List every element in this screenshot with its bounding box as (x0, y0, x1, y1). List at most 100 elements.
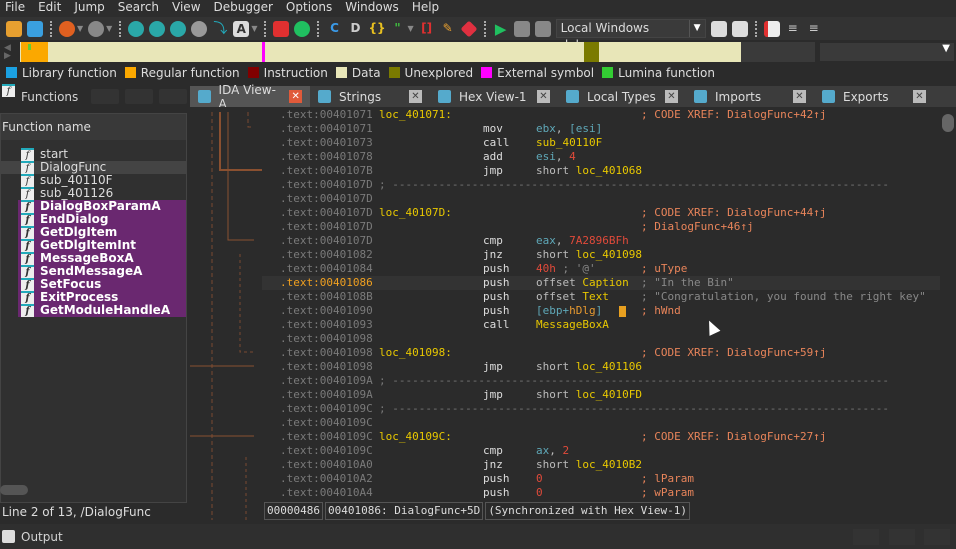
scrollbar-thumb[interactable] (942, 114, 954, 132)
chevron-down-icon[interactable]: ▼ (77, 24, 83, 33)
tab-ida-view-a[interactable]: IDA View-A ✕ (190, 83, 310, 111)
disassembly-view[interactable]: .text:00401071 loc_401071: ; CODE XREF: Di… (262, 107, 940, 502)
menu-help[interactable]: Help (407, 0, 447, 17)
panel-restore-button[interactable] (125, 89, 153, 104)
code-line[interactable]: .text:00401071 mov ebx, [esi] (262, 122, 940, 136)
open-icon[interactable] (6, 20, 22, 37)
code-line[interactable]: .text:00401098 (262, 332, 940, 346)
output-panel-header[interactable]: Output (0, 524, 956, 549)
operand-name[interactable]: Text (582, 290, 609, 303)
operand-name[interactable]: loc_4010FD (576, 388, 642, 401)
code-label[interactable]: loc_401098: (379, 346, 452, 360)
output-maximize-button[interactable] (853, 529, 879, 545)
chevron-down-icon[interactable]: ▼ (407, 24, 413, 33)
code-line[interactable]: .text:00401084 push 40h ; '@' ; uType (262, 262, 940, 276)
panel-close-button[interactable] (159, 89, 187, 104)
code-label[interactable]: loc_40109C: (379, 430, 452, 444)
code-line[interactable]: .text:00401082 jnz short loc_401098 (262, 248, 940, 262)
vertical-scrollbar[interactable] (940, 107, 956, 502)
panel-maximize-button[interactable] (91, 89, 119, 104)
code-line[interactable]: .text:00401093 call MessageBoxA (262, 318, 940, 332)
text-view-icon[interactable] (149, 20, 166, 37)
tab-imports[interactable]: Imports ✕ (686, 86, 814, 107)
code-line[interactable]: .text:004010A0 jnz short loc_4010B2 (262, 458, 940, 472)
operand-name[interactable]: loc_401098 (576, 248, 642, 261)
edit-icon[interactable]: ✎ (440, 21, 456, 37)
output-restore-button[interactable] (889, 529, 915, 545)
save-icon[interactable] (27, 20, 43, 37)
back-icon[interactable] (59, 20, 75, 37)
chevron-down-icon[interactable]: ▼ (106, 24, 112, 33)
code-icon[interactable]: C (326, 21, 342, 37)
code-line[interactable]: .text:00401098 loc_401098: ; CODE XREF: Di… (262, 346, 940, 360)
attach-icon[interactable] (710, 20, 727, 37)
output-close-button[interactable] (924, 529, 950, 545)
menu-view[interactable]: View (167, 0, 208, 17)
tab-strings[interactable]: Strings ✕ (310, 86, 430, 107)
string-icon[interactable]: " (389, 21, 405, 37)
code-line[interactable]: .text:00401098 jmp short loc_401106 (262, 360, 940, 374)
code-line[interactable]: .text:0040107B jmp short loc_401068 (262, 164, 940, 178)
code-line[interactable]: .text:0040109A ; ------------------------… (262, 374, 940, 388)
operand-name[interactable]: MessageBoxA (536, 318, 609, 331)
close-icon[interactable]: ✕ (409, 90, 422, 103)
menu-options[interactable]: Options (281, 0, 340, 17)
trace-icon[interactable]: ≡ (806, 21, 822, 37)
graph-view-icon[interactable] (128, 20, 145, 37)
menu-search[interactable]: Search (113, 0, 167, 17)
close-icon[interactable]: ✕ (793, 90, 806, 103)
tab-local-types[interactable]: Local Types ✕ (558, 86, 686, 107)
hex-view-icon[interactable] (170, 20, 187, 37)
close-icon[interactable]: ✕ (913, 90, 926, 103)
code-line[interactable]: .text:0040107D loc_40107D: ; CODE XREF: Di… (262, 206, 940, 220)
data-icon[interactable]: D (347, 21, 363, 37)
operand-name[interactable]: loc_401068 (576, 164, 642, 177)
operand-name[interactable]: Caption (582, 276, 628, 289)
close-icon[interactable]: ✕ (665, 90, 678, 103)
menu-file[interactable]: File (0, 0, 33, 17)
breakpoint-list-icon[interactable] (273, 20, 290, 37)
code-line[interactable]: .text:00401073 call sub_40110F (262, 136, 940, 150)
menu-jump[interactable]: Jump (69, 0, 112, 17)
tab-exports[interactable]: Exports ✕ (814, 86, 934, 107)
struct-icon[interactable]: {} (368, 21, 385, 37)
chevron-down-icon[interactable]: ▼ (688, 20, 705, 37)
code-label[interactable]: loc_40107D: (379, 206, 452, 220)
close-icon[interactable]: ✕ (289, 90, 303, 103)
proximity-icon[interactable] (191, 20, 208, 37)
menu-edit[interactable]: Edit (33, 0, 69, 17)
code-line[interactable]: .text:0040109A jmp short loc_4010FD (262, 388, 940, 402)
pause-icon[interactable] (513, 20, 530, 37)
breakpoints-icon[interactable] (763, 20, 780, 37)
tab-hex-view-1[interactable]: Hex View-1 ✕ (430, 86, 558, 107)
array-icon[interactable]: [] (419, 21, 435, 37)
menu-windows[interactable]: Windows (340, 0, 407, 17)
code-line[interactable]: .text:0040109C cmp ax, 2 (262, 444, 940, 458)
stop-icon[interactable] (534, 20, 551, 37)
code-line[interactable]: .text:0040107D cmp eax, 7A2896BFh (262, 234, 940, 248)
stop-sign-icon[interactable] (460, 20, 478, 37)
nav-arrows[interactable]: ◀ ▶ (4, 44, 11, 61)
menu-debugger[interactable]: Debugger (209, 0, 281, 17)
function-list-item[interactable]: f GetModuleHandleA (18, 304, 186, 317)
chevron-down-icon[interactable]: ▼ (251, 24, 257, 33)
add-breakpoint-icon[interactable]: ≡ (785, 21, 801, 37)
code-line[interactable]: .text:0040107D (262, 192, 940, 206)
operand-name[interactable]: loc_4010B2 (576, 458, 642, 471)
close-icon[interactable]: ✕ (537, 90, 550, 103)
code-line[interactable]: .text:00401086 push offset Caption ; "In th… (262, 276, 940, 290)
operand-name[interactable]: loc_401106 (576, 360, 642, 373)
code-line[interactable]: .text:0040109C (262, 416, 940, 430)
code-line[interactable]: .text:00401078 add esi, 4 (262, 150, 940, 164)
debugger-select[interactable]: Local Windows debugge▼ (555, 19, 706, 52)
code-line[interactable]: .text:004010A4 push 0 ; wParam (262, 486, 940, 500)
code-line[interactable]: .text:0040109C ; ------------------------… (262, 402, 940, 416)
navigation-band[interactable] (20, 42, 741, 62)
forward-icon[interactable] (88, 20, 105, 37)
code-line[interactable]: .text:00401071 loc_401071: ; CODE XREF: Di… (262, 108, 940, 122)
chevron-down-icon[interactable]: ▼ (942, 43, 950, 54)
code-line[interactable]: .text:0040108B push offset Text ; "Congratu… (262, 290, 940, 304)
code-line[interactable]: .text:004010A2 push 0 ; lParam (262, 472, 940, 486)
operand-name[interactable]: sub_40110F (536, 136, 602, 149)
horizontal-scrollbar[interactable] (0, 485, 28, 495)
